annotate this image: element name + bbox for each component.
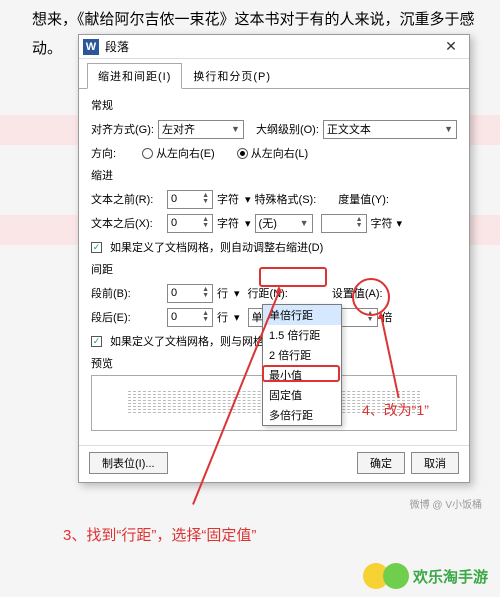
spinner-buttons-icon: ▲▼ (367, 311, 374, 323)
para-before-spin[interactable]: 0 ▲▼ (167, 284, 213, 303)
outline-value: 正文文本 (327, 121, 371, 137)
ls-option-single[interactable]: 单倍行距 (263, 305, 341, 325)
outline-label: 大纲级别(O): (256, 121, 319, 137)
tab-line-page[interactable]: 换行和分页(P) (182, 63, 282, 89)
para-before-value: 0 (171, 287, 177, 299)
dialog-title: 段落 (105, 38, 437, 55)
weibo-watermark: 微博 @ V小饭桶 (410, 496, 482, 511)
radio-rtl[interactable]: 从左向右(L) (237, 145, 308, 161)
after-text-label: 文本之后(X): (91, 215, 163, 231)
metric-spin[interactable]: ▲▼ (321, 214, 367, 233)
unit-line: 行 (217, 285, 228, 301)
tabs: 缩进和间距(I) 换行和分页(P) (79, 59, 469, 89)
ok-button[interactable]: 确定 (357, 452, 405, 474)
section-indent: 缩进 (91, 167, 457, 183)
section-spacing: 间距 (91, 261, 457, 277)
tab-indent-spacing[interactable]: 缩进和间距(I) (87, 63, 182, 89)
ls-option-double[interactable]: 2 倍行距 (263, 345, 341, 365)
before-text-spin[interactable]: 0 ▲▼ (167, 190, 213, 209)
annot-step3-text: 3、找到“行距”，选择“固定值” (63, 524, 256, 545)
chevron-down-icon: ▼ (231, 124, 240, 134)
checkbox-grid-indent[interactable] (91, 242, 102, 253)
ls-option-min[interactable]: 最小值 (263, 365, 341, 385)
para-before-label: 段前(B): (91, 285, 163, 301)
before-text-label: 文本之前(R): (91, 191, 163, 207)
line-spacing-dropdown[interactable]: 单倍行距 1.5 倍行距 2 倍行距 最小值 固定值 多倍行距 (262, 304, 342, 426)
titlebar: W 段落 ✕ (79, 35, 469, 59)
align-combo[interactable]: 左对齐 ▼ (158, 120, 244, 139)
spinner-buttons-icon: ▲▼ (202, 193, 209, 205)
close-button[interactable]: ✕ (437, 36, 465, 58)
logo-circle-green-icon (383, 563, 409, 589)
unit-char: 字符 (371, 215, 393, 231)
unit-char: 字符 (217, 215, 239, 231)
unit-char: 字符 (217, 191, 239, 207)
footer-name: 欢乐淘手游 (413, 566, 488, 587)
line-spacing-label: 行距(N): (248, 285, 288, 301)
spinner-buttons-icon: ▲▼ (202, 217, 209, 229)
align-value: 左对齐 (162, 121, 195, 137)
radio-ltr[interactable]: 从左向右(E) (142, 145, 215, 161)
radio-rtl-label: 从左向右(L) (251, 145, 308, 161)
ls-option-fixed[interactable]: 固定值 (263, 385, 341, 405)
spinner-buttons-icon: ▲▼ (356, 217, 363, 229)
para-after-label: 段后(E): (91, 309, 163, 325)
direction-label: 方向: (91, 145, 116, 161)
radio-icon (237, 148, 248, 159)
spinner-buttons-icon: ▲▼ (202, 287, 209, 299)
tabstops-button[interactable]: 制表位(I)... (89, 452, 168, 474)
unit-bei: 倍 (382, 309, 393, 325)
ls-option-multiple[interactable]: 多倍行距 (263, 405, 341, 425)
section-general: 常规 (91, 97, 457, 113)
special-label: 特殊格式(S): (255, 191, 317, 207)
checkbox-grid-spacing[interactable] (91, 336, 102, 347)
after-text-spin[interactable]: 0 ▲▼ (167, 214, 213, 233)
radio-icon (142, 148, 153, 159)
footer-logo: 欢乐淘手游 (363, 563, 488, 589)
chevron-down-icon: ▼ (444, 124, 453, 134)
checkbox-grid-indent-label: 如果定义了文档网格，则自动调整右缩进(D) (110, 239, 323, 255)
align-label: 对齐方式(G): (91, 121, 154, 137)
before-text-value: 0 (171, 193, 177, 205)
checkbox-grid-spacing-label: 如果定义了文档网格，则与网格 (110, 333, 264, 349)
special-combo[interactable]: (无) ▼ (255, 214, 313, 233)
para-after-spin[interactable]: 0 ▲▼ (167, 308, 213, 327)
unit-line: 行 (217, 309, 228, 325)
radio-ltr-label: 从左向右(E) (156, 145, 215, 161)
spinner-buttons-icon: ▲▼ (202, 311, 209, 323)
metric-label: 度量值(Y): (338, 191, 389, 207)
annot-step4-text: 4、改为“1” (362, 400, 429, 420)
chevron-down-icon: ▼ (300, 218, 309, 228)
dialog-buttons: 制表位(I)... 确定 取消 (79, 445, 469, 482)
after-text-value: 0 (171, 217, 177, 229)
ls-option-onehalf[interactable]: 1.5 倍行距 (263, 325, 341, 345)
special-value: (无) (259, 215, 277, 231)
outline-combo[interactable]: 正文文本 ▼ (323, 120, 457, 139)
para-after-value: 0 (171, 311, 177, 323)
cancel-button[interactable]: 取消 (411, 452, 459, 474)
set-value-label: 设置值(A): (332, 285, 383, 301)
word-icon: W (83, 39, 99, 55)
